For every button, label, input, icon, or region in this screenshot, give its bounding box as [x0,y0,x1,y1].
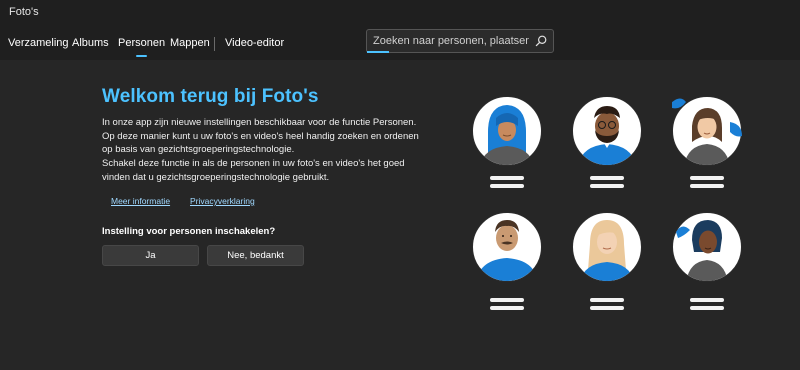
name-placeholder-bar [490,176,524,180]
person-avatar-4-icon [472,212,542,282]
tab-albums[interactable]: Albums [72,37,109,49]
search-box [366,29,554,53]
tab-video-editor[interactable]: Video-editor [225,37,284,49]
search-icon[interactable] [533,33,549,49]
tab-mappen[interactable]: Mappen [170,37,210,49]
title-bar: Foto's [0,0,800,26]
tab-personen[interactable]: Personen [118,37,165,57]
name-placeholder-bar [590,306,624,310]
active-tab-indicator [118,55,165,57]
no-thanks-button[interactable]: Nee, bedankt [207,245,304,266]
name-placeholder-bar [590,176,624,180]
search-input[interactable] [373,33,529,49]
page-title: Welkom terug bij Foto's [102,86,319,107]
person-avatar-3-icon [670,96,742,166]
consent-paragraph: Schakel deze functie in als de personen … [102,158,405,183]
tab-verzameling[interactable]: Verzameling [8,37,69,49]
yes-button[interactable]: Ja [102,245,199,266]
name-placeholder-bar [590,298,624,302]
nav-divider [214,37,215,51]
name-placeholder-bar [490,184,524,188]
privacy-link[interactable]: Privacyverklaring [190,196,255,206]
name-placeholder-bar [690,306,724,310]
person-avatar-5-icon [572,212,642,282]
search-focus-accent [367,51,389,53]
name-placeholder-bar [490,306,524,310]
name-placeholder-bar [690,298,724,302]
name-placeholder-bar [690,184,724,188]
name-placeholder-bar [590,184,624,188]
app-title: Foto's [9,6,39,18]
person-avatar-6-icon [672,212,742,282]
name-placeholder-bar [690,176,724,180]
name-placeholder-bar [490,298,524,302]
enable-question: Instelling voor personen inschakelen? [102,226,276,237]
more-info-link[interactable]: Meer informatie [111,196,170,206]
person-avatar-1-icon [472,96,542,166]
intro-paragraph: In onze app zijn nieuwe instellingen bes… [102,117,419,155]
person-avatar-2-icon [572,96,642,166]
